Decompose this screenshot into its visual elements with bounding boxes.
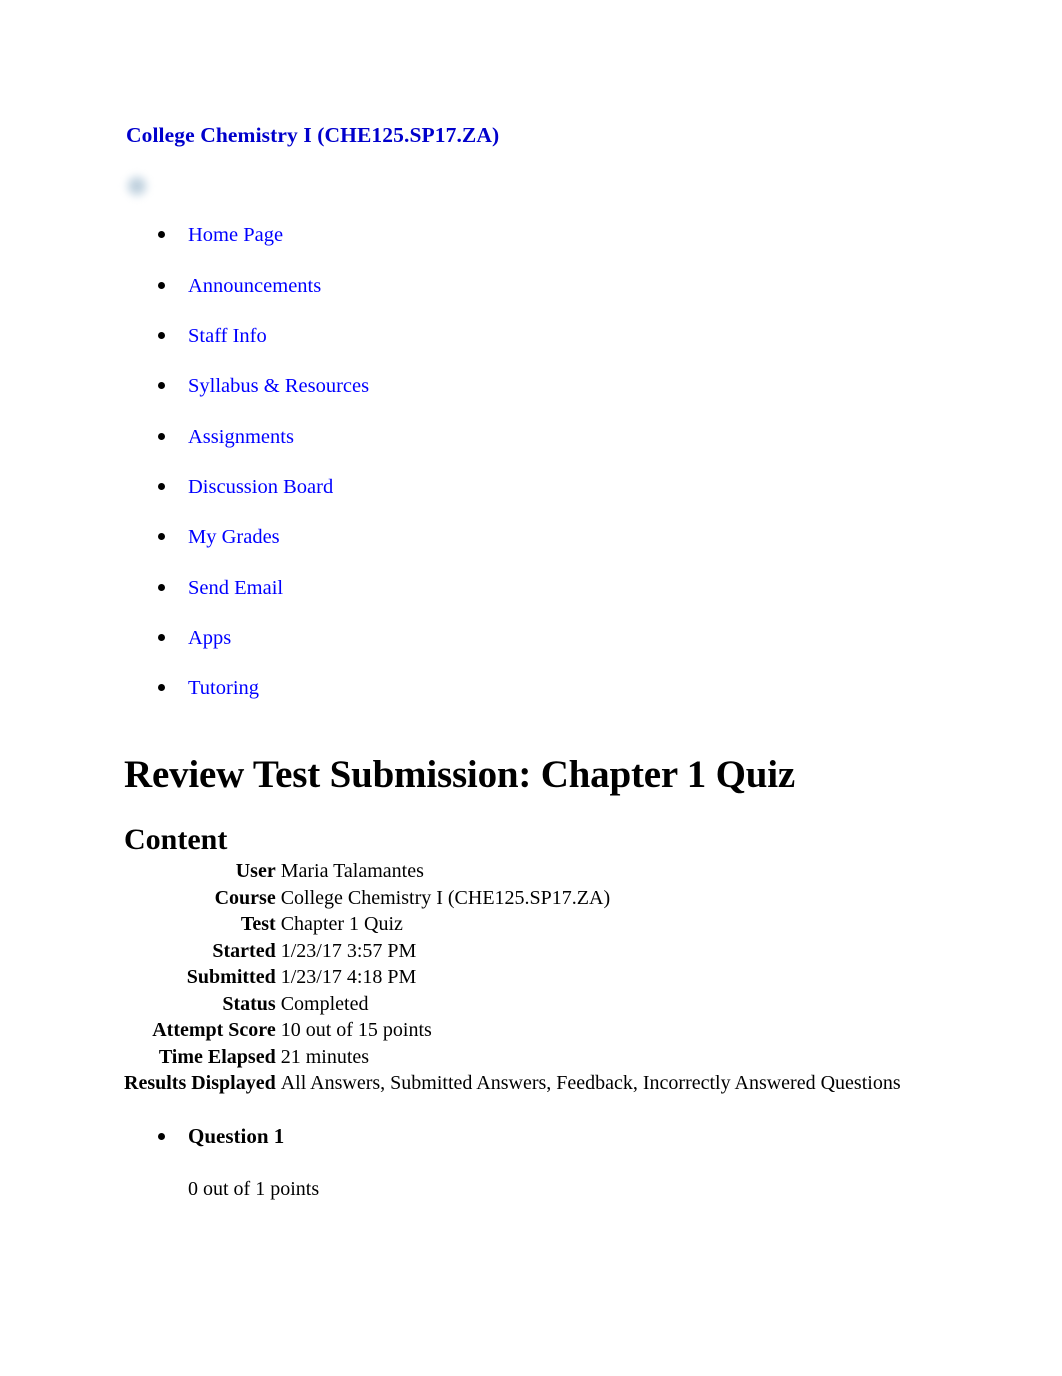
info-value: Maria Talamantes [280,860,424,882]
info-row: Course College Chemistry I (CHE125.SP17.Z… [124,885,901,912]
course-title: College Chemistry I (CHE125.SP17.ZA) [126,123,500,147]
nav-link-label[interactable]: Discussion Board [188,474,333,500]
info-label: Test [240,913,276,935]
nav-link-label[interactable]: Staff Info [188,323,267,349]
info-label: User [235,860,276,882]
info-row: Started 1/23/17 3:57 PM [124,938,901,965]
bullet-icon [158,282,165,289]
info-value: 1/23/17 3:57 PM [280,939,417,962]
nav-link-label[interactable]: Send Email [188,575,283,601]
info-label: Time Elapsed [158,1045,276,1068]
bullet-icon [158,433,165,440]
nav-item-apps[interactable]: Apps [152,625,852,653]
page-title: Review Test Submission: Chapter 1 Quiz [124,753,796,797]
info-row: Test Chapter 1 Quiz [124,911,901,938]
bullet-icon [158,332,165,339]
nav-link-label[interactable]: Announcements [188,273,321,299]
question-points: 0 out of 1 points [188,1178,320,1200]
nav-item-announcements[interactable]: Announcements [152,273,852,301]
document-page: College Chemistry I (CHE125.SP17.ZA) Hom… [0,0,1062,1376]
bullet-icon [158,684,165,691]
nav-link-label[interactable]: Tutoring [188,675,259,701]
info-row: Attempt Score 10 out of 15 points [124,1017,901,1044]
nav-item-tutoring[interactable]: Tutoring [152,675,852,703]
info-row: Status Completed [124,991,901,1018]
nav-link-label[interactable]: Syllabus & Resources [188,373,369,399]
nav-item-send-email[interactable]: Send Email [152,575,852,603]
nav-link-label[interactable]: Home Page [188,222,283,248]
bullet-icon [158,1133,165,1140]
info-row: User Maria Talamantes [124,858,901,885]
info-value: Completed [280,992,369,1015]
bullet-icon [158,584,165,591]
nav-item-home-page[interactable]: Home Page [152,222,852,250]
info-row: Submitted 1/23/17 4:18 PM [124,964,901,991]
info-label: Status [222,992,276,1015]
bullet-icon [158,533,165,540]
info-label: Course [214,886,276,909]
nav-item-my-grades[interactable]: My Grades [152,524,852,552]
info-label: Started [212,939,276,962]
bullet-icon [158,483,165,490]
bullet-icon [158,231,165,238]
info-value: All Answers, Submitted Answers, Feedback… [280,1072,901,1094]
info-label: Submitted [186,966,276,988]
info-value: 1/23/17 4:18 PM [280,966,417,988]
info-label: Results Displayed [124,1072,276,1094]
info-value: College Chemistry I (CHE125.SP17.ZA) [280,886,611,909]
nav-link-label[interactable]: Assignments [188,424,294,450]
info-label: Attempt Score [152,1019,276,1041]
broken-image-icon [124,173,150,199]
bullet-icon [158,634,165,641]
nav-link-label[interactable]: My Grades [188,524,280,550]
submission-info-table: User Maria Talamantes Course College Chemis… [124,858,901,1097]
section-title-content: Content [124,822,228,856]
info-row: Results Displayed All Answers, Submitted … [124,1070,901,1097]
info-value: 21 minutes [280,1045,370,1068]
nav-item-assignments[interactable]: Assignments [152,424,852,452]
question-label: Question 1 [188,1124,285,1148]
info-value: Chapter 1 Quiz [280,913,403,935]
nav-item-discussion-board[interactable]: Discussion Board [152,474,852,502]
nav-link-label[interactable]: Apps [188,625,231,651]
nav-item-staff-info[interactable]: Staff Info [152,323,852,351]
nav-item-syllabus-resources[interactable]: Syllabus & Resources [152,373,852,401]
info-value: 10 out of 15 points [280,1019,432,1041]
bullet-icon [158,382,165,389]
info-row: Time Elapsed 21 minutes [124,1044,901,1071]
